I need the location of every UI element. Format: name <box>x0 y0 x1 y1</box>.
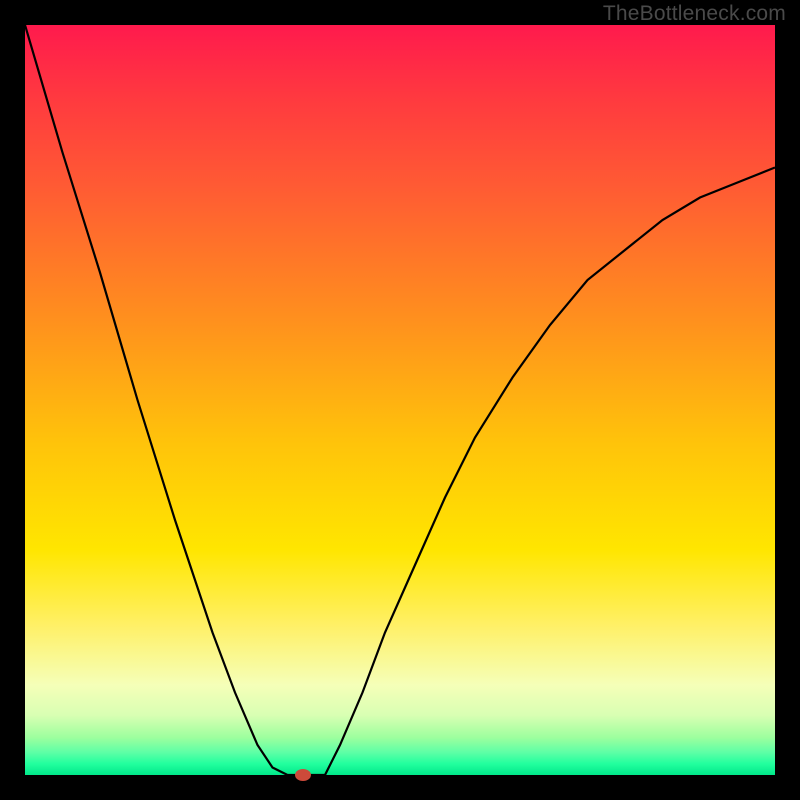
bottleneck-curve <box>25 25 775 775</box>
watermark-text: TheBottleneck.com <box>603 2 786 26</box>
chart-frame: TheBottleneck.com <box>0 0 800 800</box>
curve-path <box>25 25 775 775</box>
plot-area <box>25 25 775 775</box>
minimum-marker <box>295 769 311 781</box>
